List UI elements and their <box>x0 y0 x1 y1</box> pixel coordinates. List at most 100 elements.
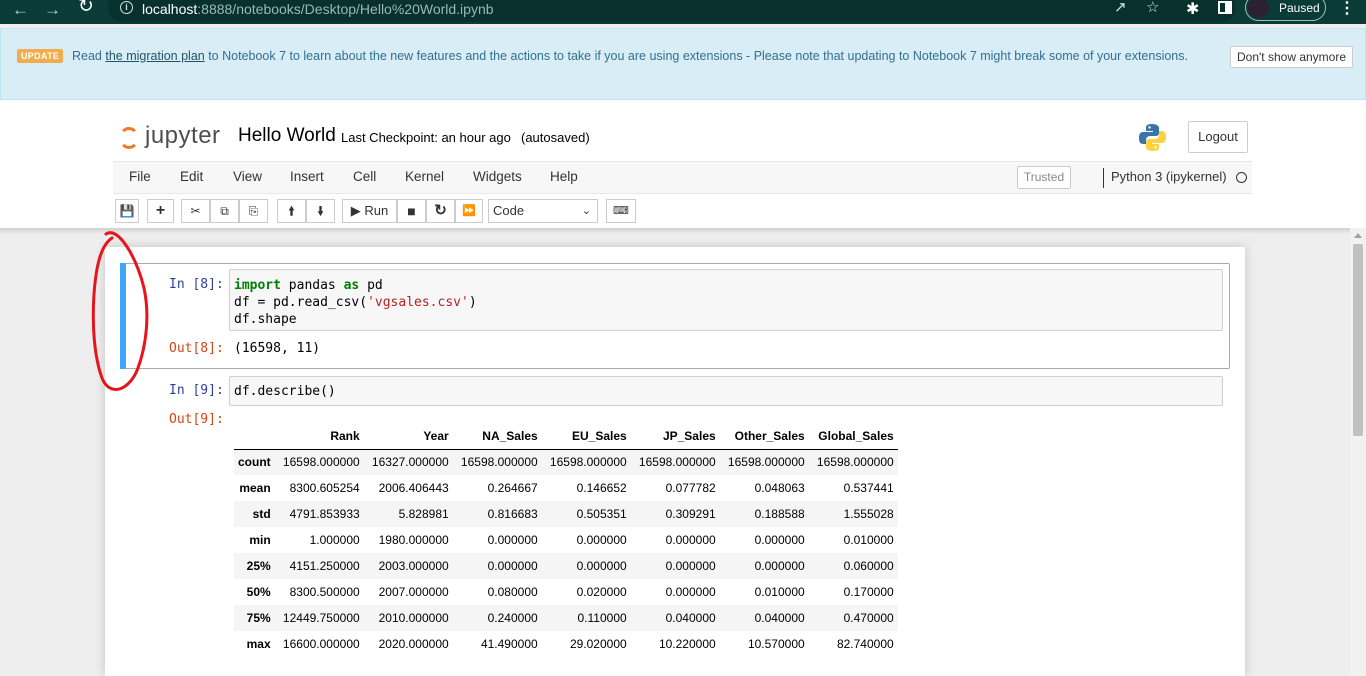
table-cell: 2003.000000 <box>378 559 449 573</box>
insert-cell-button[interactable]: + <box>147 199 174 223</box>
table-cell: 8300.605254 <box>289 481 360 495</box>
table-cell: 0.000000 <box>576 533 627 547</box>
table-cell: 0.170000 <box>843 585 894 599</box>
code-editor[interactable]: df.describe() <box>229 376 1223 406</box>
cell-output: (16598, 11) <box>234 341 321 356</box>
url-text[interactable]: localhost:8888/notebooks/Desktop/Hello%2… <box>142 1 494 17</box>
checkpoint-status: Last Checkpoint: an hour ago <box>341 130 511 145</box>
table-cell: 16598.000000 <box>727 455 805 470</box>
input-prompt: In [8]: <box>169 277 224 292</box>
table-cell: 0.000000 <box>665 585 716 599</box>
table-cell: 0.000000 <box>665 533 716 547</box>
save-button[interactable]: 💾 <box>115 199 139 223</box>
move-down-icon[interactable]: 🠛 <box>306 199 335 223</box>
update-banner: UPDATE Read the migration plan to Notebo… <box>0 28 1366 100</box>
row-label: 25% <box>246 559 271 573</box>
restart-run-all-icon[interactable]: ⏩ <box>455 199 483 223</box>
table-cell: 5.828981 <box>398 507 449 521</box>
run-button[interactable]: ▶ Run <box>342 199 397 223</box>
restart-kernel-icon[interactable]: ↻ <box>426 199 455 223</box>
logout-button[interactable]: Logout <box>1188 121 1248 153</box>
python-logo-icon <box>1139 124 1166 151</box>
table-cell: 0.264667 <box>487 481 538 495</box>
column-header: EU_Sales <box>541 423 631 450</box>
table-cell: 0.000000 <box>576 559 627 573</box>
table-cell: 0.040000 <box>665 611 716 625</box>
table-cell: 0.146652 <box>576 481 627 495</box>
autosave-status: (autosaved) <box>521 130 590 145</box>
menu-kernel[interactable]: Kernel <box>405 169 444 184</box>
table-cell: 2007.000000 <box>378 585 449 599</box>
avatar <box>1248 0 1269 18</box>
table-cell: 0.816683 <box>487 507 538 521</box>
share-icon[interactable]: ↗ <box>1114 0 1127 16</box>
table-cell: 0.000000 <box>754 533 805 547</box>
menu-view[interactable]: View <box>233 169 262 184</box>
table-cell: 8300.500000 <box>289 585 360 599</box>
code-line: df.describe() <box>234 384 336 399</box>
row-label: 50% <box>246 585 271 599</box>
table-cell: 16598.000000 <box>816 455 894 470</box>
bookmark-star-icon[interactable]: ☆ <box>1146 0 1159 16</box>
forward-arrow-icon[interactable]: → <box>44 1 61 19</box>
extensions-puzzle-icon[interactable]: ✱ <box>1186 0 1199 19</box>
cut-icon[interactable]: ✂ <box>181 199 210 223</box>
table-cell: 16600.000000 <box>282 637 360 651</box>
table-row: min 1.000000 1980.000000 0.000000 0.000000 0.… <box>234 527 898 553</box>
menu-widgets[interactable]: Widgets <box>473 169 522 184</box>
table-row: max 16600.000000 2020.000000 41.490000 29.02… <box>234 631 898 657</box>
table-cell: 1.000000 <box>309 533 360 547</box>
row-label: std <box>252 507 271 521</box>
table-cell: 29.020000 <box>569 637 627 651</box>
table-cell: 16598.000000 <box>460 455 538 470</box>
address-bar[interactable]: i localhost:8888/notebooks/Desktop/Hello… <box>108 0 1236 22</box>
menu-help[interactable]: Help <box>550 169 578 184</box>
table-row: mean 8300.605254 2006.406443 0.264667 0.1466… <box>234 475 898 501</box>
back-arrow-icon[interactable]: ← <box>12 1 29 19</box>
selected-cell-indicator <box>120 263 126 369</box>
table-cell: 0.080000 <box>487 585 538 599</box>
table-cell: 16327.000000 <box>371 455 449 470</box>
scrollbar-thumb[interactable] <box>1353 244 1363 436</box>
code-line: import pandas as pd <box>234 278 383 293</box>
dont-show-anymore-button[interactable]: Don't show anymore <box>1230 46 1354 68</box>
describe-dataframe-table: Rank Year NA_Sales EU_Sales JP_Sales Oth… <box>234 423 898 657</box>
page-scrollbar[interactable] <box>1350 228 1366 676</box>
interrupt-kernel-icon[interactable]: ■ <box>397 199 426 223</box>
row-label: 75% <box>246 611 271 625</box>
profile-paused-button[interactable]: Paused <box>1245 0 1326 21</box>
table-cell: 82.740000 <box>836 637 894 651</box>
profile-status-label: Paused <box>1279 1 1320 15</box>
trusted-indicator[interactable]: Trusted <box>1017 166 1071 189</box>
table-cell: 0.470000 <box>843 611 894 625</box>
site-info-icon[interactable]: i <box>120 1 133 14</box>
migration-plan-link[interactable]: the migration plan <box>105 49 204 63</box>
table-cell: 12449.750000 <box>282 611 360 625</box>
row-label: min <box>249 533 271 547</box>
table-cell: 0.000000 <box>665 559 716 573</box>
copy-icon[interactable]: ⧉ <box>210 199 239 223</box>
code-editor[interactable]: import pandas as pd df = pd.read_csv('vg… <box>229 269 1223 331</box>
table-cell: 0.309291 <box>665 507 716 521</box>
move-up-icon[interactable]: 🠙 <box>277 199 306 223</box>
jupyter-header: jupyter Hello World Last Checkpoint: an … <box>0 100 1366 228</box>
side-panel-icon[interactable] <box>1218 1 1232 14</box>
menu-file[interactable]: File <box>129 169 151 184</box>
kernel-name[interactable]: Python 3 (ipykernel) <box>1111 169 1227 184</box>
jupyter-logo-icon <box>119 127 139 149</box>
column-header: Other_Sales <box>719 423 809 450</box>
column-header: Rank <box>274 423 364 450</box>
menu-edit[interactable]: Edit <box>180 169 203 184</box>
browser-menu-icon[interactable]: ⋮ <box>1339 0 1355 18</box>
cell-type-select[interactable]: Code ⌄ <box>488 199 598 223</box>
jupyter-logo[interactable]: jupyter <box>117 122 229 154</box>
menu-cell[interactable]: Cell <box>353 169 376 184</box>
menu-insert[interactable]: Insert <box>290 169 324 184</box>
keyboard-shortcuts-icon[interactable]: ⌨ <box>606 199 636 223</box>
notebook-name[interactable]: Hello World <box>238 125 336 147</box>
paste-icon[interactable]: ⎘ <box>239 199 268 223</box>
scroll-up-arrow-icon[interactable] <box>1354 233 1362 238</box>
input-prompt: In [9]: <box>169 383 224 398</box>
reload-icon[interactable]: ↻ <box>78 0 94 16</box>
table-cell: 0.110000 <box>577 611 627 625</box>
